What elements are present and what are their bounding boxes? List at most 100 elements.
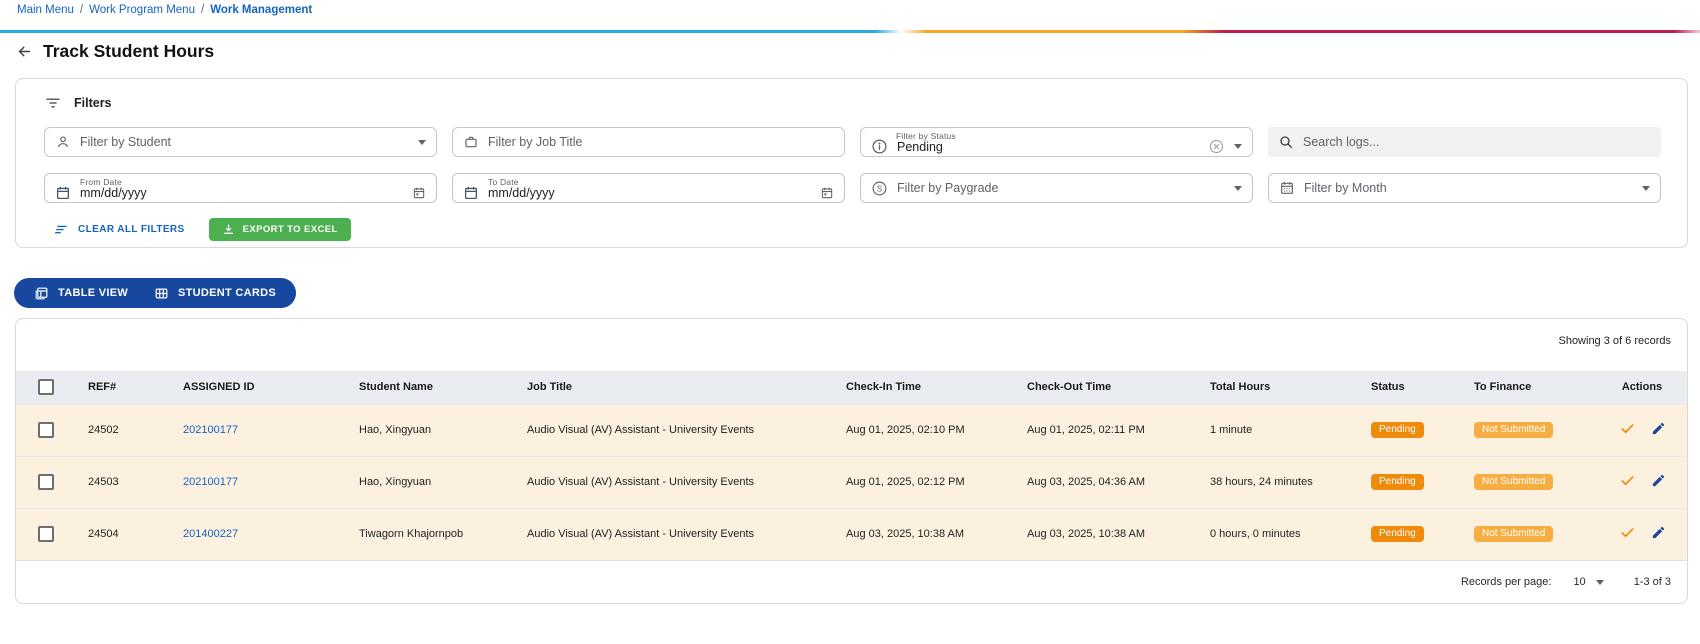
showing-records-count: Showing 3 of 6 records (16, 319, 1687, 371)
breadcrumb-main-menu[interactable]: Main Menu (17, 4, 74, 16)
filter-paygrade-select[interactable]: S Filter by Paygrade (860, 173, 1253, 203)
pagination-range: 1-3 of 3 (1634, 576, 1671, 588)
col-job-title: Job Title (511, 371, 830, 404)
table-row: 24504 201400227 Tiwagorn Khajornpob Audi… (16, 508, 1688, 560)
select-all-checkbox[interactable] (38, 379, 54, 395)
chevron-down-icon (1596, 580, 1604, 585)
cell-ref: 24504 (72, 508, 167, 560)
to-date-label: To Date (488, 177, 519, 187)
col-ref: REF# (72, 371, 167, 404)
title-row: Track Student Hours (16, 41, 214, 62)
page: Main Menu / Work Program Menu / Work Man… (0, 0, 1700, 644)
date-picker-icon[interactable] (412, 186, 426, 200)
cell-ref: 24502 (72, 404, 167, 456)
filters-header: Filters (44, 95, 1661, 111)
filter-status-select[interactable]: Filter by Status Pending (860, 127, 1253, 157)
cell-checkout-time: Aug 03, 2025, 10:38 AM (1011, 508, 1194, 560)
cell-total-hours: 0 hours, 0 minutes (1194, 508, 1355, 560)
student-cards-label: STUDENT CARDS (178, 287, 276, 299)
col-student-name: Student Name (343, 371, 511, 404)
breadcrumb-work-program-menu[interactable]: Work Program Menu (89, 4, 195, 16)
cell-total-hours: 1 minute (1194, 404, 1355, 456)
date-picker-icon[interactable] (820, 186, 834, 200)
clear-status-icon[interactable] (1208, 138, 1225, 155)
row-checkbox[interactable] (38, 526, 54, 542)
search-icon (1278, 134, 1294, 150)
clear-all-filters-button[interactable]: CLEAR ALL FILTERS (54, 222, 185, 237)
to-date-value: mm/dd/yyyy (488, 186, 811, 200)
clear-all-filters-label: CLEAR ALL FILTERS (78, 224, 185, 235)
col-to-finance: To Finance (1458, 371, 1594, 404)
dollar-circle-icon: S (871, 180, 888, 197)
cell-student-name: Hao, Xingyuan (343, 404, 511, 456)
breadcrumb-work-management: Work Management (210, 4, 312, 16)
filters-actions: CLEAR ALL FILTERS EXPORT TO EXCEL (44, 218, 1661, 241)
to-date-input[interactable]: To Date mm/dd/yyyy (452, 173, 845, 203)
cell-checkout-time: Aug 01, 2025, 02:11 PM (1011, 404, 1194, 456)
search-placeholder: Search logs... (1303, 135, 1651, 149)
assigned-id-link[interactable]: 202100177 (183, 424, 238, 436)
chevron-down-icon (1234, 144, 1242, 149)
filter-job-title-select[interactable]: Filter by Job Title (452, 127, 845, 157)
search-logs-input[interactable]: Search logs... (1268, 127, 1661, 157)
filter-month-select[interactable]: Filter by Month (1268, 173, 1661, 203)
export-to-excel-label: EXPORT TO EXCEL (243, 224, 338, 235)
cell-job-title: Audio Visual (AV) Assistant - University… (511, 404, 830, 456)
table-body: 24502 202100177 Hao, Xingyuan Audio Visu… (16, 404, 1688, 560)
chevron-down-icon (1642, 186, 1650, 191)
to-finance-badge: Not Submitted (1474, 422, 1553, 438)
edit-pencil-icon[interactable] (1651, 473, 1666, 488)
filter-month-placeholder: Filter by Month (1304, 181, 1633, 195)
breadcrumb-separator: / (80, 4, 83, 16)
briefcase-icon (463, 134, 479, 150)
assigned-id-link[interactable]: 201400227 (183, 528, 238, 540)
back-arrow-icon[interactable] (16, 43, 33, 60)
export-to-excel-button[interactable]: EXPORT TO EXCEL (209, 218, 351, 241)
table-view-label: TABLE VIEW (58, 287, 128, 299)
filter-job-title-placeholder: Filter by Job Title (488, 135, 834, 149)
cell-checkin-time: Aug 03, 2025, 10:38 AM (830, 508, 1011, 560)
filter-status-label: Filter by Status (896, 131, 956, 141)
filter-student-select[interactable]: Filter by Student (44, 127, 437, 157)
cell-checkout-time: Aug 03, 2025, 04:36 AM (1011, 456, 1194, 508)
download-icon (222, 223, 235, 236)
page-title: Track Student Hours (43, 41, 214, 62)
col-total-hours: Total Hours (1194, 371, 1355, 404)
filter-status-value: Pending (897, 140, 1199, 154)
clear-filter-icon (54, 222, 69, 237)
edit-pencil-icon[interactable] (1651, 525, 1666, 540)
table-row: 24503 202100177 Hao, Xingyuan Audio Visu… (16, 456, 1688, 508)
row-checkbox[interactable] (38, 474, 54, 490)
approve-check-icon[interactable] (1619, 420, 1636, 437)
records-per-page-select[interactable]: 10 (1573, 576, 1603, 588)
svg-text:S: S (877, 184, 882, 193)
filter-paygrade-placeholder: Filter by Paygrade (897, 181, 1225, 195)
cell-checkin-time: Aug 01, 2025, 02:10 PM (830, 404, 1011, 456)
table-row: 24502 202100177 Hao, Xingyuan Audio Visu… (16, 404, 1688, 456)
chevron-down-icon (418, 140, 426, 145)
records-per-page-value: 10 (1573, 576, 1585, 588)
edit-pencil-icon[interactable] (1651, 421, 1666, 436)
col-actions: Actions (1594, 371, 1688, 404)
records-table: REF# ASSIGNED ID Student Name Job Title … (16, 371, 1688, 560)
approve-check-icon[interactable] (1619, 472, 1636, 489)
chevron-down-icon (1234, 186, 1242, 191)
from-date-input[interactable]: From Date mm/dd/yyyy (44, 173, 437, 203)
row-checkbox[interactable] (38, 422, 54, 438)
approve-check-icon[interactable] (1619, 524, 1636, 541)
table-view-button[interactable]: TABLE VIEW (34, 286, 128, 301)
cell-ref: 24503 (72, 456, 167, 508)
status-badge: Pending (1371, 526, 1424, 542)
filter-student-placeholder: Filter by Student (80, 135, 409, 149)
cell-job-title: Audio Visual (AV) Assistant - University… (511, 456, 830, 508)
calendar-month-icon (1279, 180, 1295, 196)
records-per-page-label: Records per page: (1461, 576, 1552, 588)
assigned-id-link[interactable]: 202100177 (183, 476, 238, 488)
table-header-row: REF# ASSIGNED ID Student Name Job Title … (16, 371, 1688, 404)
col-status: Status (1355, 371, 1458, 404)
calendar-icon (55, 185, 71, 201)
table-view-icon (34, 286, 49, 301)
view-toggle: TABLE VIEW STUDENT CARDS (14, 278, 296, 308)
student-cards-button[interactable]: STUDENT CARDS (154, 286, 276, 301)
cell-checkin-time: Aug 01, 2025, 02:12 PM (830, 456, 1011, 508)
